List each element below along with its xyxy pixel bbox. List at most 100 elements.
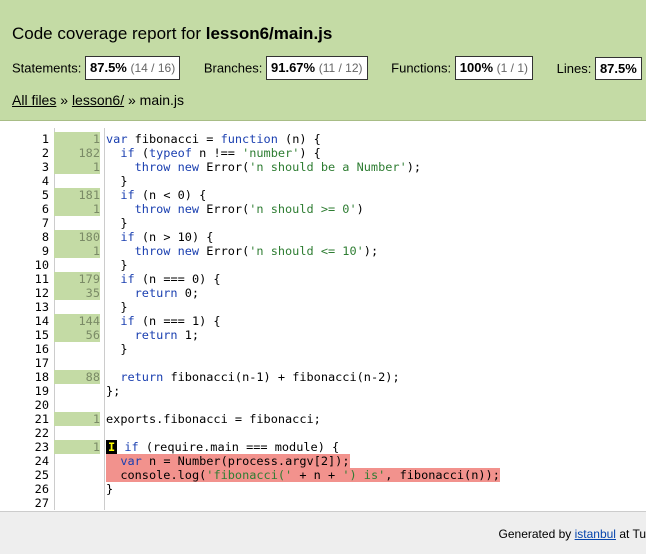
code-line: 11 179 if (n === 0) { (0, 272, 646, 286)
line-number: 25 (34, 468, 49, 482)
breadcrumb-separator: » (127, 92, 136, 108)
hit-count: 1 (54, 132, 100, 146)
metric-fraction: (11 / 12) (318, 61, 363, 75)
line-number: 23 (34, 440, 49, 454)
title-file: lesson6/main.js (205, 24, 333, 43)
hit-count: 182 (54, 146, 100, 160)
metric-pct: 100% (459, 60, 494, 75)
breadcrumb-all-files-link[interactable]: All files (12, 92, 56, 108)
line-number: 13 (34, 300, 49, 314)
code-line: 20 (0, 398, 646, 412)
code-line: 24 var n = Number(process.argv[2]); (0, 454, 646, 468)
source-code: if (n === 0) { (120, 272, 221, 286)
code-line: 19}; (0, 384, 646, 398)
code-line: 1 1 var fibonacci = function (n) { (0, 132, 646, 146)
code-line: 7 } (0, 216, 646, 230)
metric-pct: 87.5% (599, 60, 637, 76)
code-line: 22 (0, 426, 646, 440)
line-number: 4 (41, 174, 49, 188)
code-line: 5 181 if (n < 0) { (0, 188, 646, 202)
code-line: 27 (0, 496, 646, 510)
line-number: 20 (34, 398, 49, 412)
source-code: } (106, 216, 128, 230)
source-code: exports.fibonacci = fibonacci; (106, 412, 321, 426)
source-code: return 1; (134, 328, 200, 342)
line-number: 19 (34, 384, 49, 398)
hit-count: 1 (54, 244, 100, 258)
metric-fraction: (1 / 1) (496, 61, 528, 75)
metric-value-box: 87.5% (14 / 16) (85, 56, 181, 80)
source-code: } (106, 482, 114, 496)
code-line: 21 1 exports.fibonacci = fibonacci; (0, 412, 646, 426)
line-number: 7 (41, 216, 49, 230)
source-code: return fibonacci(n-1) + fibonacci(n-2); (120, 370, 400, 384)
metric-fraction: (14 / 16) (130, 61, 176, 75)
line-number: 14 (34, 314, 49, 328)
metric-value-box: 91.67% (11 / 12) (266, 56, 368, 80)
hit-count: 179 (54, 272, 100, 286)
footer-generated-by: Generated by (498, 527, 572, 541)
line-number: 8 (41, 230, 49, 244)
source-code: if (n === 1) { (120, 314, 221, 328)
source-code: throw new Error('n should >= 0') (134, 202, 364, 216)
source-code: throw new Error('n should be a Number'); (134, 160, 422, 174)
metric-lines: Lines: 87.5% (557, 56, 642, 80)
hit-count: 1 (54, 160, 100, 174)
istanbul-link[interactable]: istanbul (575, 527, 616, 541)
code-line: 91 throw new Error('n should <= 10'); (0, 244, 646, 258)
metric-value-box: 100% (1 / 1) (454, 56, 533, 80)
code-line: 14 144 if (n === 1) { (0, 314, 646, 328)
source-code: return 0; (134, 286, 200, 300)
code-line: 8 180 if (n > 10) { (0, 230, 646, 244)
metric-value-box: 87.5% (594, 56, 642, 80)
source-code: } (106, 342, 128, 356)
source-code: if (n < 0) { (120, 188, 207, 202)
code-listing: 1 1 var fibonacci = function (n) {2 182 if … (0, 128, 646, 510)
hit-count: 35 (54, 286, 100, 300)
line-number: 26 (34, 482, 49, 496)
metric-label: Statements: (12, 60, 82, 76)
hit-count: 144 (54, 314, 100, 328)
source-code: if (n > 10) { (120, 230, 214, 244)
metric-statements: Statements: 87.5% (14 / 16) (12, 56, 181, 80)
breadcrumb-separator: » (60, 92, 69, 108)
hit-count: 1 (54, 202, 100, 216)
footer-text: Generated by istanbul at Tu (499, 527, 646, 541)
footer: Generated by istanbul at Tu (0, 511, 646, 554)
line-number: 6 (41, 202, 49, 216)
metric-pct: 91.67% (271, 60, 316, 75)
line-number: 17 (34, 356, 49, 370)
source-code: } (106, 300, 128, 314)
breadcrumb-current-file: main.js (139, 92, 185, 108)
line-number: 12 (34, 286, 49, 300)
hit-count: 88 (54, 370, 100, 384)
hit-count: 1 (54, 440, 100, 454)
hit-count: 56 (54, 328, 100, 342)
metric-label: Branches: (203, 60, 263, 76)
branch-not-taken-marker: I (106, 440, 118, 454)
code-line: 17 (0, 356, 646, 370)
report-header: Code coverage report for lesson6/main.js… (0, 0, 646, 121)
line-number: 18 (34, 370, 49, 384)
line-number: 2 (41, 146, 49, 160)
line-number: 1 (41, 132, 49, 146)
source-code: } (106, 174, 128, 188)
source-code: }; (106, 384, 121, 398)
breadcrumb: All files » lesson6/ » main.js (12, 92, 184, 108)
line-number: 16 (34, 342, 49, 356)
line-number: 9 (41, 244, 49, 258)
line-number: 22 (34, 426, 49, 440)
breadcrumb-folder-link[interactable]: lesson6/ (72, 92, 124, 108)
source-code: I if (require.main === module) { (106, 440, 340, 454)
line-number: 21 (34, 412, 49, 426)
code-line: 31 throw new Error('n should be a Number… (0, 160, 646, 174)
code-line: 18 88 return fibonacci(n-1) + fibonacci(n… (0, 370, 646, 384)
line-number: 24 (34, 454, 49, 468)
uncovered-code: var n = Number(process.argv[2]); (106, 454, 350, 468)
line-number: 27 (34, 496, 49, 510)
source-code: throw new Error('n should <= 10'); (134, 244, 379, 258)
code-line: 15 56 return 1; (0, 328, 646, 342)
page-title: Code coverage report for lesson6/main.js (12, 24, 332, 44)
line-number: 15 (34, 328, 49, 342)
coverage-metrics: Statements: 87.5% (14 / 16) Branches: 91… (12, 56, 646, 80)
